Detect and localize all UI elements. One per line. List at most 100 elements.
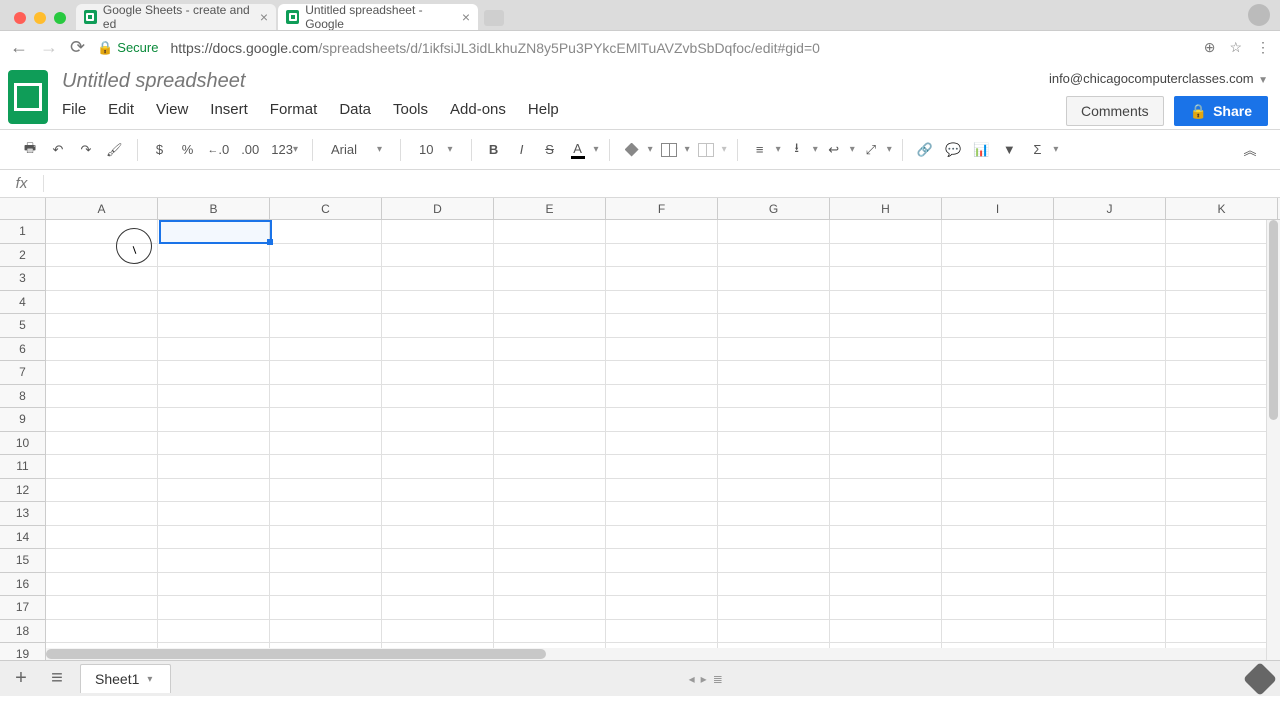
cell[interactable] xyxy=(158,479,270,503)
column-header[interactable]: A xyxy=(46,198,158,219)
cell[interactable] xyxy=(606,314,718,338)
cell[interactable] xyxy=(1054,573,1166,597)
vertical-align-button[interactable]: ⭳ xyxy=(785,136,809,164)
row-header[interactable]: 13 xyxy=(0,502,46,526)
cell[interactable] xyxy=(270,479,382,503)
borders-button[interactable] xyxy=(657,136,681,164)
cell[interactable] xyxy=(830,479,942,503)
cell[interactable] xyxy=(1166,573,1278,597)
row-header[interactable]: 10 xyxy=(0,432,46,456)
tab-close-icon[interactable]: × xyxy=(462,9,470,25)
cell[interactable] xyxy=(1166,220,1278,244)
undo-icon[interactable]: ↶ xyxy=(46,136,70,164)
cell[interactable] xyxy=(494,526,606,550)
scrollbar-thumb[interactable] xyxy=(1269,220,1278,420)
cell[interactable] xyxy=(46,361,158,385)
cell[interactable] xyxy=(718,479,830,503)
column-header[interactable]: J xyxy=(1054,198,1166,219)
cell[interactable] xyxy=(494,620,606,644)
cell[interactable] xyxy=(830,432,942,456)
row-header[interactable]: 6 xyxy=(0,338,46,362)
cell[interactable] xyxy=(830,596,942,620)
add-sheet-button[interactable]: + xyxy=(8,667,34,690)
cell[interactable] xyxy=(270,455,382,479)
cell[interactable] xyxy=(46,526,158,550)
cell[interactable] xyxy=(1166,620,1278,644)
explore-button-icon[interactable] xyxy=(1243,662,1277,696)
row-header[interactable]: 3 xyxy=(0,267,46,291)
cell[interactable] xyxy=(46,291,158,315)
filter-button[interactable]: ▼ xyxy=(997,136,1021,164)
cell[interactable] xyxy=(830,573,942,597)
cell[interactable] xyxy=(830,267,942,291)
column-header[interactable]: E xyxy=(494,198,606,219)
cell[interactable] xyxy=(1166,244,1278,268)
insert-chart-button[interactable]: 📊 xyxy=(969,136,993,164)
cell[interactable] xyxy=(942,502,1054,526)
cell[interactable] xyxy=(382,455,494,479)
cell[interactable] xyxy=(270,573,382,597)
cell[interactable] xyxy=(270,385,382,409)
sheet-tab[interactable]: Sheet1 ▾ xyxy=(80,664,171,693)
cell[interactable] xyxy=(1166,314,1278,338)
increase-decimal-button[interactable]: .00 xyxy=(237,136,263,164)
cell[interactable] xyxy=(494,338,606,362)
cell[interactable] xyxy=(830,620,942,644)
cell[interactable] xyxy=(830,244,942,268)
cell[interactable] xyxy=(158,526,270,550)
cell[interactable] xyxy=(718,620,830,644)
cell[interactable] xyxy=(942,455,1054,479)
cell[interactable] xyxy=(158,244,270,268)
horizontal-align-button[interactable]: ≡ xyxy=(748,136,772,164)
comments-button[interactable]: Comments xyxy=(1066,96,1164,126)
cell[interactable] xyxy=(158,338,270,362)
cell[interactable] xyxy=(1166,502,1278,526)
cell[interactable] xyxy=(1054,549,1166,573)
sheet-prev-icon[interactable]: ◂ xyxy=(689,672,695,686)
format-percent-button[interactable]: % xyxy=(176,136,200,164)
cell[interactable] xyxy=(158,408,270,432)
cell[interactable] xyxy=(718,502,830,526)
cell[interactable] xyxy=(718,291,830,315)
cell[interactable] xyxy=(1166,432,1278,456)
chevron-down-icon[interactable]: ▾ xyxy=(594,144,599,155)
cell[interactable] xyxy=(942,385,1054,409)
cell[interactable] xyxy=(830,385,942,409)
cell[interactable] xyxy=(270,432,382,456)
browser-tab[interactable]: Google Sheets - create and ed × xyxy=(76,4,276,30)
cell[interactable] xyxy=(1166,455,1278,479)
cell[interactable] xyxy=(158,596,270,620)
menu-icon[interactable]: ⋮ xyxy=(1256,39,1270,56)
cell[interactable] xyxy=(158,314,270,338)
cell[interactable] xyxy=(158,432,270,456)
cell[interactable] xyxy=(382,385,494,409)
column-header[interactable]: G xyxy=(718,198,830,219)
cell[interactable] xyxy=(46,220,158,244)
cell[interactable] xyxy=(494,267,606,291)
cell[interactable] xyxy=(158,385,270,409)
cell[interactable] xyxy=(718,549,830,573)
cell[interactable] xyxy=(942,573,1054,597)
cell[interactable] xyxy=(718,314,830,338)
cell[interactable] xyxy=(942,620,1054,644)
row-header[interactable]: 5 xyxy=(0,314,46,338)
cell[interactable] xyxy=(606,244,718,268)
cell[interactable] xyxy=(494,314,606,338)
cell[interactable] xyxy=(494,408,606,432)
cell[interactable] xyxy=(382,502,494,526)
cell[interactable] xyxy=(942,314,1054,338)
cell[interactable] xyxy=(1054,479,1166,503)
cell[interactable] xyxy=(270,502,382,526)
row-header[interactable]: 16 xyxy=(0,573,46,597)
cell[interactable] xyxy=(1054,220,1166,244)
cell[interactable] xyxy=(1166,361,1278,385)
cell[interactable] xyxy=(606,291,718,315)
cell[interactable] xyxy=(382,432,494,456)
cell[interactable] xyxy=(46,244,158,268)
cell[interactable] xyxy=(1166,596,1278,620)
more-formats-button[interactable]: 123 ▾ xyxy=(267,136,302,164)
text-rotation-button[interactable]: ⤢ xyxy=(859,136,883,164)
redo-icon[interactable]: ↷ xyxy=(74,136,98,164)
cell[interactable] xyxy=(942,596,1054,620)
cell[interactable] xyxy=(382,267,494,291)
